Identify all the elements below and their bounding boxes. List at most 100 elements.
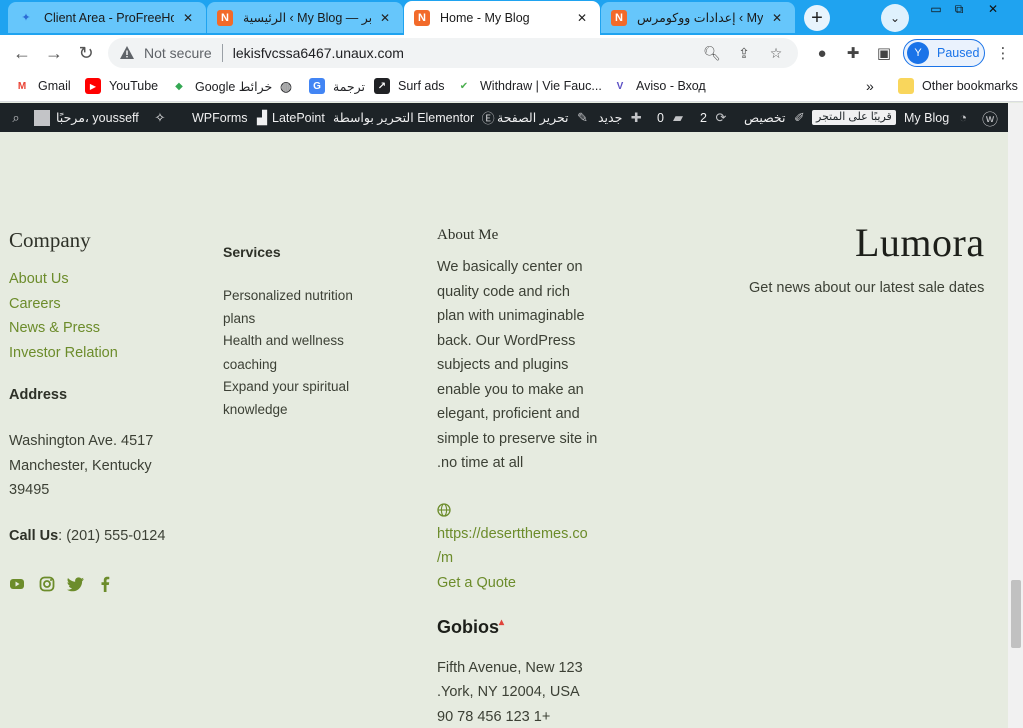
admin-comments[interactable]: 0 ▰ [657,103,686,132]
tab-home-my-blog[interactable]: N Home - My Blog ✕ [404,1,600,35]
latepoint-label: LatePoint [272,110,325,125]
bookmark-label: YouTube [109,79,159,93]
extensions-puzzle-icon[interactable]: ✚ [843,43,863,63]
call-us: Call Us: (201) 555-0124 [9,528,165,544]
wp-admin-bar: ⌕ مرحبًا، yousseff ✧ WPForms ▟ LatePoint… [0,103,1008,132]
address-bar[interactable]: Not secure lekisfvcssa6467.unaux.com 🔍︎ … [108,38,798,68]
facebook-icon[interactable] [100,576,112,592]
more-bookmarks-button[interactable]: » [866,76,874,96]
footer-link-news[interactable]: News & Press [9,320,100,336]
lumora-logo[interactable]: Lumora [855,219,985,266]
bookmark-label: Other bookmarks [922,79,1018,93]
bookmark-label: Surf ads [398,79,445,93]
admin-updates[interactable]: 2 ⟳ [700,103,729,132]
close-window-button[interactable]: ✕ [973,2,1013,16]
tab-woocommerce-settings[interactable]: N إعدادات ووكومرس ‹ My Blog ✕ [601,2,795,33]
get-a-quote-link[interactable]: Get a Quote [437,575,516,591]
website-link[interactable]: https://desertthemes.co [437,526,588,542]
avatar: Y [907,42,929,64]
tab-search-button[interactable]: ⌄ [881,4,909,32]
minimize-button[interactable]: ▭ [925,2,947,16]
admin-store-coming-soon[interactable]: قريبًا على المتجر [812,103,896,132]
service-line[interactable]: knowledge [223,402,288,417]
admin-search-button[interactable]: ⌕ [8,103,24,132]
profile-button[interactable]: Y Paused [903,39,985,67]
gobios-phone[interactable]: 90 78 456 123 1+ [437,709,550,725]
service-line[interactable]: Personalized nutrition [223,288,353,303]
bookmark-youtube[interactable]: ▶ YouTube [85,76,158,96]
close-icon[interactable]: ✕ [574,10,590,26]
bookmark-star-icon[interactable]: ☆ [766,43,786,63]
bookmark-gmail[interactable]: M Gmail [14,76,71,96]
site-name-label: My Blog [904,110,950,125]
admin-ai-button[interactable]: ✧ [152,103,168,132]
admin-edit-elementor[interactable]: التحرير بواسطة Elementor Ⓔ [333,103,496,132]
tab-my-blog-dashboard[interactable]: N الرئيسية ‹ My Blog — ووردبر ✕ [207,2,403,33]
gobios-address-line: .York, NY 12004, USA [437,684,580,700]
address-line: Washington Ave. 4517 [9,433,154,449]
translate-icon: G [309,78,325,94]
globe-icon [437,503,451,517]
avatar [34,109,50,126]
footer-link-about[interactable]: About Us [9,271,69,287]
side-panel-icon[interactable]: ▣ [874,43,894,63]
more-label: » [866,78,874,94]
service-line[interactable]: Expand your spiritual [223,379,349,394]
footer-link-careers[interactable]: Careers [9,296,61,312]
reload-button[interactable]: ↻ [74,41,98,65]
warning-icon[interactable] [118,44,136,62]
sparkle-icon: ✧ [154,109,166,125]
not-secure-label[interactable]: Not secure [144,45,212,61]
close-icon[interactable]: ✕ [377,10,393,26]
gobios-logo[interactable]: Gobios▴ [437,617,504,638]
brand-tagline: Get news about our latest sale dates [749,280,985,296]
twitter-icon[interactable] [67,576,85,592]
bookmark-translate[interactable]: G ترجمة [309,76,365,96]
address-heading: Address [9,387,68,403]
extension-planet-icon[interactable]: ● [812,43,832,63]
vie-faucet-icon: ✔ [459,80,469,92]
restore-button[interactable]: ⧉ [948,2,970,16]
bookmark-globe[interactable]: ◍ [278,76,302,96]
footer-link-investor[interactable]: Investor Relation [9,345,118,361]
website-link-continued[interactable]: /m [437,550,453,566]
admin-account-menu[interactable]: مرحبًا، yousseff [34,103,139,132]
service-line[interactable]: plans [223,311,255,326]
customize-label: تخصيص [744,111,786,125]
share-icon[interactable]: ⇪ [734,43,754,63]
blog-favicon-icon: N [414,10,430,26]
other-bookmarks-folder[interactable]: Other bookmarks [898,76,1018,96]
admin-customize[interactable]: تخصيص ✐ [744,103,807,132]
service-line[interactable]: coaching [223,357,277,372]
call-us-number[interactable]: : (201) 555-0124 [58,528,165,544]
back-button[interactable]: ← [10,41,34,65]
store-badge: قريبًا على المتجر [812,110,896,125]
instagram-icon[interactable] [39,576,55,592]
gobios-address-line: Fifth Avenue, New 123 [437,660,583,676]
url-text[interactable]: lekisfvcssa6467.unaux.com [233,45,702,61]
bookmark-vie-faucet[interactable]: ✔ Withdraw | Vie Fauc... [456,76,602,96]
tab-title: الرئيسية ‹ My Blog — ووردبر [243,11,371,25]
tab-client-area[interactable]: ✦ Client Area - ProFreeHost ✕ [8,2,206,33]
service-line[interactable]: Health and wellness [223,333,344,348]
admin-wp-logo[interactable]: ⓦ [982,103,998,132]
admin-latepoint[interactable]: ▟ LatePoint [254,103,325,132]
menu-kebab-icon[interactable]: ⋮ [993,43,1013,63]
admin-edit-page[interactable]: تحرير الصفحة ✎ [497,103,591,132]
zoom-icon[interactable]: 🔍︎ [702,43,722,63]
gmail-icon: M [17,80,27,92]
bookmark-aviso[interactable]: V Aviso - Вход [612,76,706,96]
gobios-title: Gobios [437,617,499,637]
close-icon[interactable]: ✕ [769,10,785,26]
divider [221,44,223,62]
scrollbar-thumb[interactable] [1011,580,1021,648]
youtube-icon[interactable] [9,576,25,592]
bookmark-google-maps[interactable]: ◆ Google خرائط [171,76,272,96]
admin-wpforms[interactable]: WPForms [192,103,248,132]
close-icon[interactable]: ✕ [180,10,196,26]
admin-new-content[interactable]: جديد ✚ [598,103,644,132]
new-tab-button[interactable]: + [804,5,830,31]
admin-site-name[interactable]: My Blog ◔ [904,103,971,132]
bookmark-surf-ads[interactable]: ↗ Surf ads [374,76,445,96]
forward-button[interactable]: → [42,41,66,65]
